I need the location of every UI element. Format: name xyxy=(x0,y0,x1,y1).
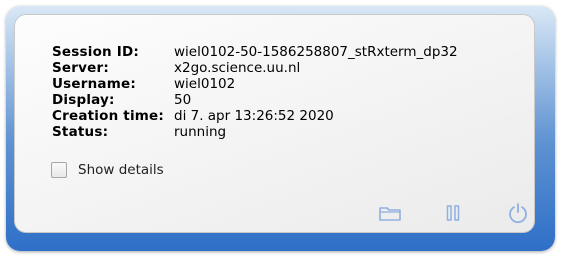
creation-time-value: di 7. apr 13:26:52 2020 xyxy=(174,108,334,124)
username-row: Username: wiel0102 xyxy=(52,76,458,92)
terminate-session-button[interactable] xyxy=(504,200,532,226)
display-label: Display: xyxy=(52,92,115,108)
server-value: x2go.science.uu.nl xyxy=(174,60,301,76)
server-label: Server: xyxy=(52,60,109,76)
show-details-toggle[interactable]: Show details xyxy=(51,162,164,178)
show-details-checkbox[interactable] xyxy=(51,162,67,178)
power-icon xyxy=(509,203,527,224)
username-label: Username: xyxy=(52,76,136,92)
server-row: Server: x2go.science.uu.nl xyxy=(52,60,458,76)
creation-time-label: Creation time: xyxy=(52,108,164,124)
session-id-row: Session ID: wiel0102-50-1586258807_stRxt… xyxy=(52,44,458,60)
display-row: Display: 50 xyxy=(52,92,458,108)
session-info-table: Session ID: wiel0102-50-1586258807_stRxt… xyxy=(52,44,458,140)
session-id-label: Session ID: xyxy=(52,44,139,60)
status-row: Status: running xyxy=(52,124,458,140)
open-folder-button[interactable] xyxy=(376,200,404,226)
username-value: wiel0102 xyxy=(174,76,236,92)
pause-icon xyxy=(446,205,460,221)
status-label: Status: xyxy=(52,124,109,140)
status-value: running xyxy=(174,124,227,140)
show-details-label: Show details xyxy=(78,162,164,178)
folder-icon xyxy=(379,207,401,221)
session-id-value: wiel0102-50-1586258807_stRxterm_dp32 xyxy=(174,44,458,60)
display-value: 50 xyxy=(174,92,192,108)
suspend-session-button[interactable] xyxy=(439,200,467,226)
creation-time-row: Creation time: di 7. apr 13:26:52 2020 xyxy=(52,108,458,124)
